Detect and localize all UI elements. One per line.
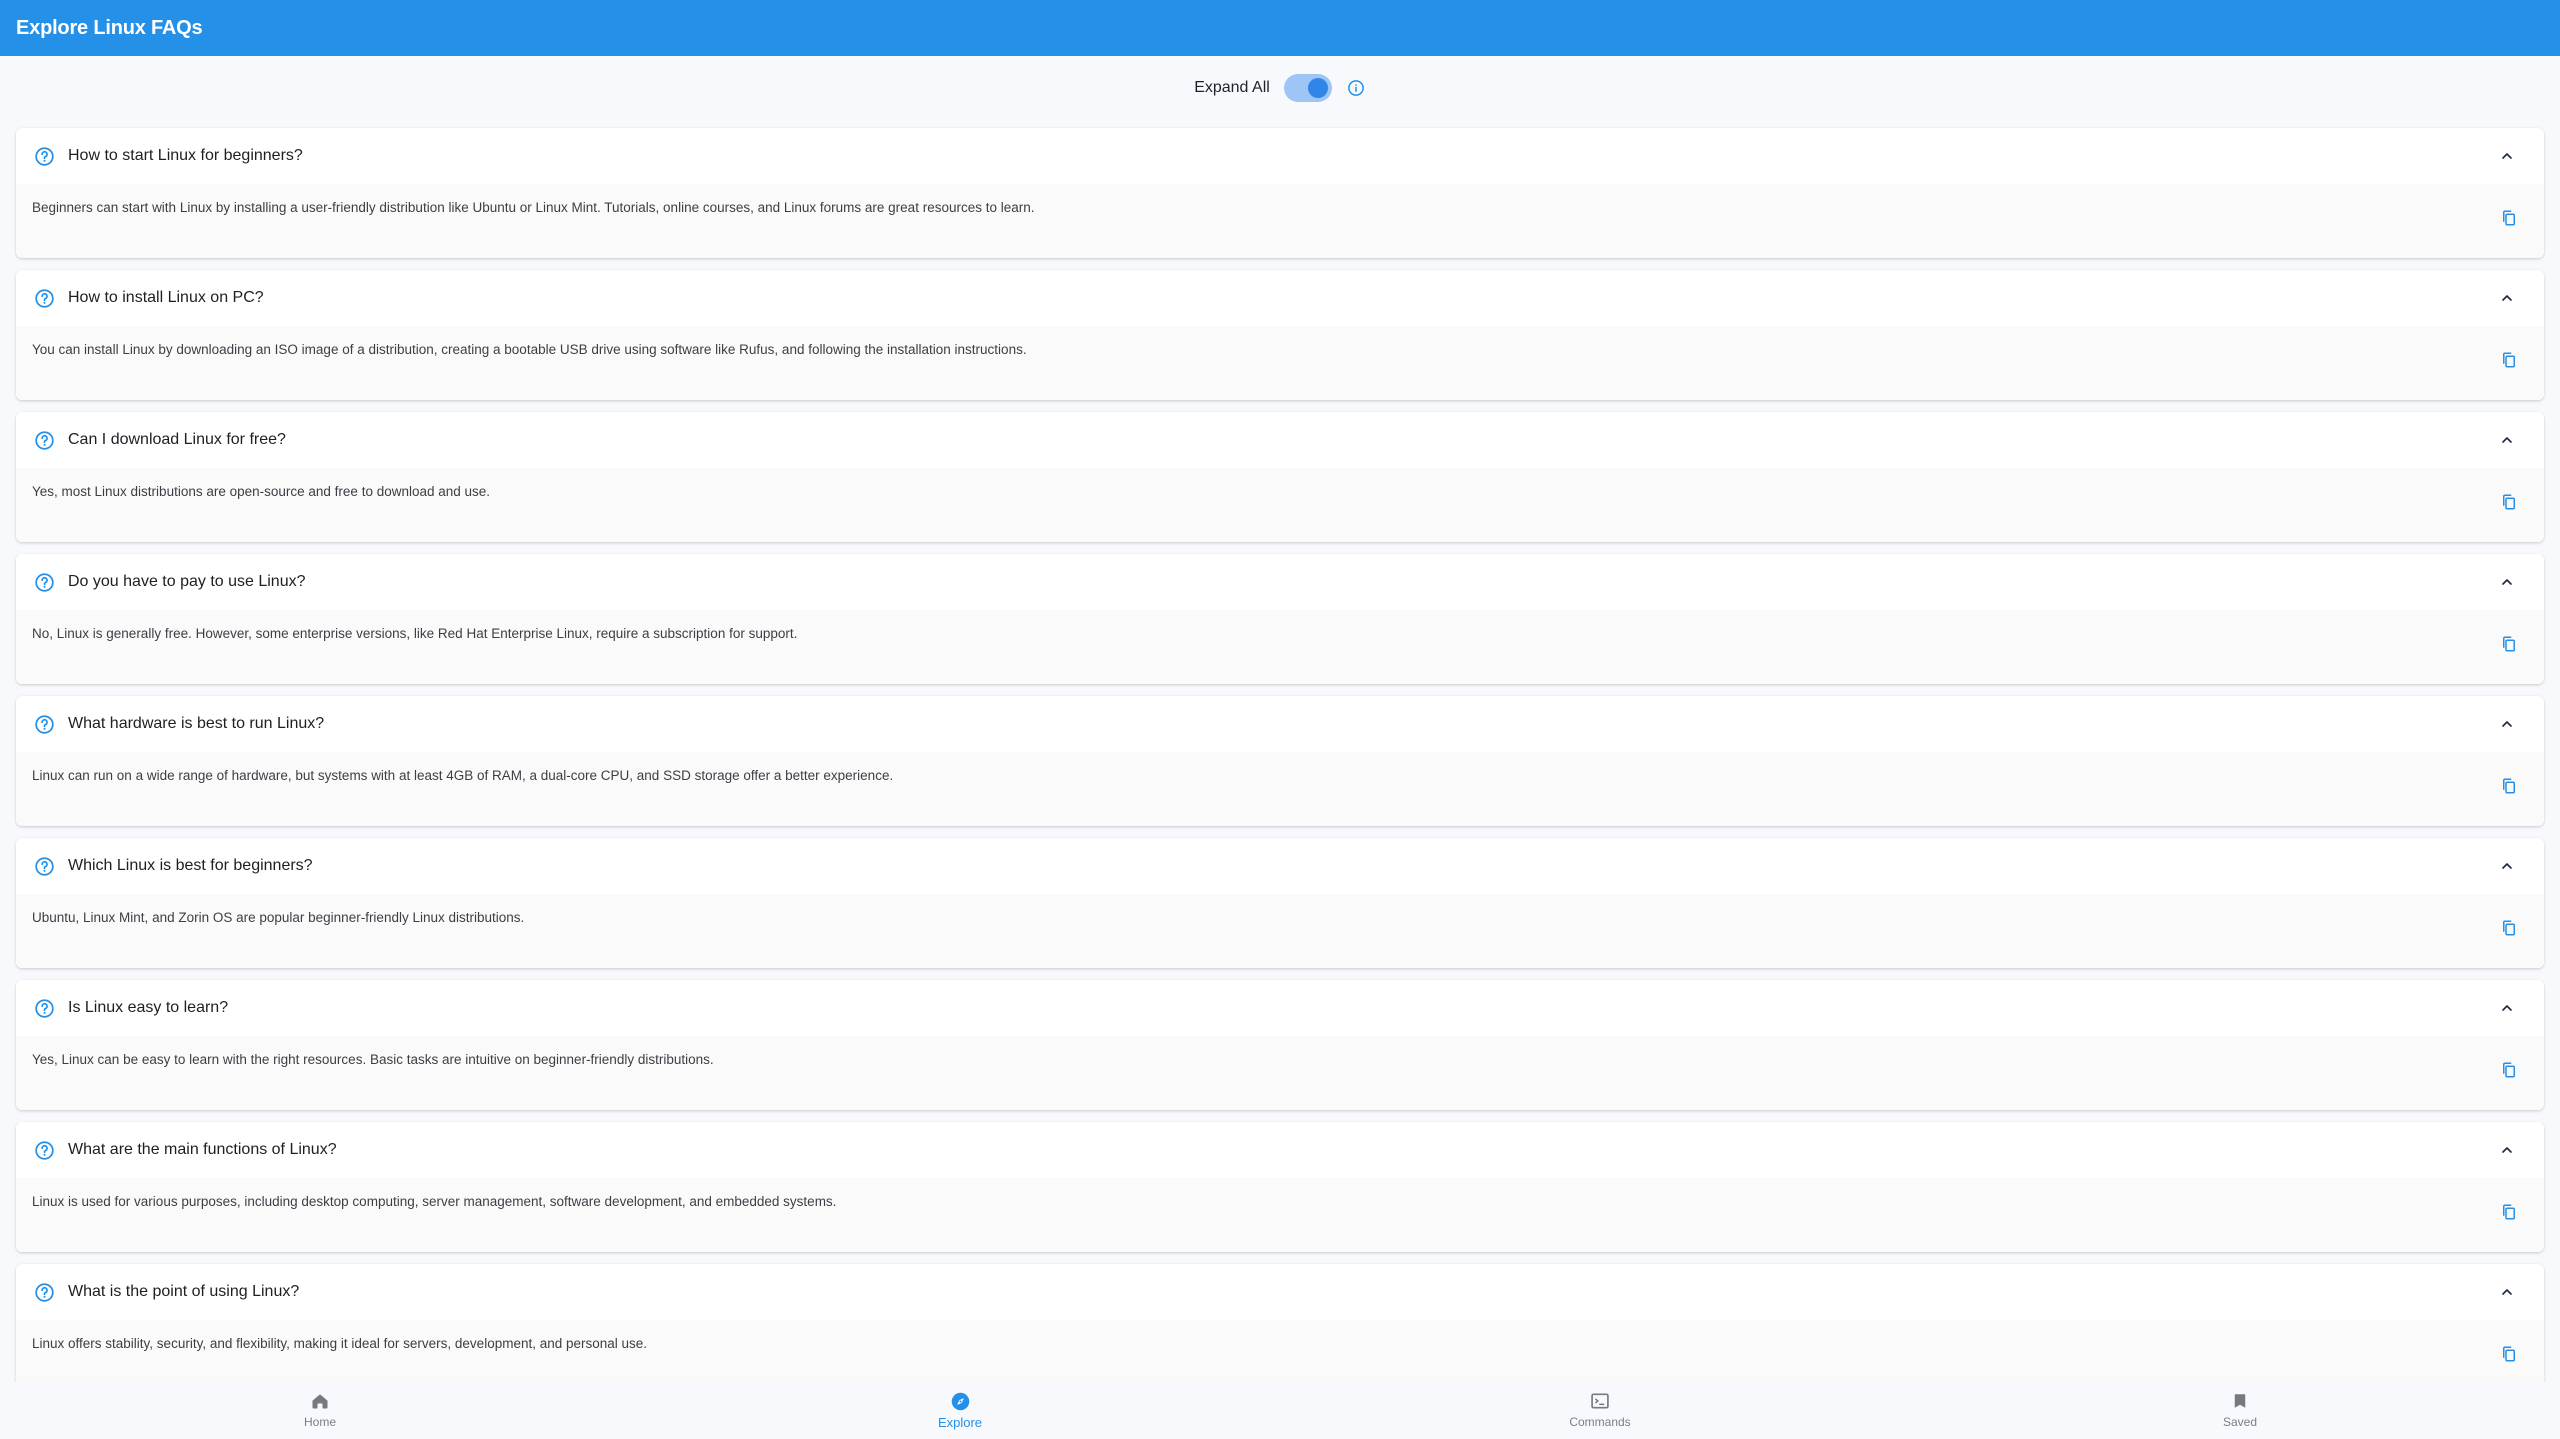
faq-answer: Yes, Linux can be easy to learn with the… (32, 1052, 714, 1067)
faq-answer: Linux can run on a wide range of hardwar… (32, 768, 894, 783)
copy-icon[interactable] (2498, 916, 2520, 940)
faq-question: How to start Linux for beginners? (68, 147, 303, 164)
faq-answer: Yes, most Linux distributions are open-s… (32, 484, 491, 499)
nav-item-explore[interactable]: Explore (640, 1382, 1280, 1439)
copy-icon[interactable] (2498, 348, 2520, 372)
nav-label: Explore (937, 1415, 983, 1430)
faq-card: What are the main functions of Linux? Li… (16, 1122, 2544, 1252)
faq-header[interactable]: Which Linux is best for beginners? (16, 838, 2544, 894)
faq-card: Do you have to pay to use Linux? No, Lin… (16, 554, 2544, 684)
faq-answer: No, Linux is generally free. However, so… (32, 626, 798, 641)
faq-list: How to start Linux for beginners? Beginn… (16, 128, 2544, 1406)
faq-header[interactable]: Is Linux easy to learn? (16, 980, 2544, 1036)
help-circle-icon (33, 429, 55, 451)
help-circle-icon (33, 571, 55, 593)
faq-question: Can I download Linux for free? (68, 431, 286, 448)
nav-label: Saved (2222, 1415, 2258, 1429)
faq-question: What is the point of using Linux? (68, 1283, 300, 1300)
help-circle-icon (33, 145, 55, 167)
chevron-up-icon[interactable] (2496, 1281, 2518, 1303)
copy-icon[interactable] (2498, 490, 2520, 514)
help-circle-icon (33, 1139, 55, 1161)
help-circle-icon (33, 287, 55, 309)
help-circle-icon (33, 855, 55, 877)
copy-icon[interactable] (2498, 1058, 2520, 1082)
faq-answer-panel: Yes, most Linux distributions are open-s… (16, 468, 2544, 542)
faq-answer: You can install Linux by downloading an … (32, 342, 1027, 357)
faq-header[interactable]: What is the point of using Linux? (16, 1264, 2544, 1320)
faq-question: Is Linux easy to learn? (68, 999, 229, 1016)
nav-label: Commands (1569, 1415, 1631, 1429)
expand-all-label: Expand All (1194, 79, 1270, 96)
nav-label: Home (303, 1415, 336, 1429)
faq-header[interactable]: Can I download Linux for free? (16, 412, 2544, 468)
home-icon (308, 1390, 332, 1412)
faq-card: How to install Linux on PC? You can inst… (16, 270, 2544, 400)
faq-header[interactable]: Do you have to pay to use Linux? (16, 554, 2544, 610)
faq-question: Do you have to pay to use Linux? (68, 573, 306, 590)
page-title: Explore Linux FAQs (16, 16, 203, 39)
faq-header[interactable]: What hardware is best to run Linux? (16, 696, 2544, 752)
faq-question: Which Linux is best for beginners? (68, 857, 313, 874)
faq-answer-panel: No, Linux is generally free. However, so… (16, 610, 2544, 684)
chevron-up-icon[interactable] (2496, 855, 2518, 877)
faq-card: Which Linux is best for beginners? Ubunt… (16, 838, 2544, 968)
faq-answer-panel: You can install Linux by downloading an … (16, 326, 2544, 400)
help-circle-icon (33, 997, 55, 1019)
faq-card: What hardware is best to run Linux? Linu… (16, 696, 2544, 826)
nav-item-saved[interactable]: Saved (1920, 1382, 2560, 1439)
faq-question: How to install Linux on PC? (68, 289, 264, 306)
faq-header[interactable]: What are the main functions of Linux? (16, 1122, 2544, 1178)
faq-answer: Linux offers stability, security, and fl… (32, 1336, 648, 1351)
compass-icon (948, 1390, 972, 1412)
copy-icon[interactable] (2498, 1200, 2520, 1224)
chevron-up-icon[interactable] (2496, 287, 2518, 309)
bottom-navigation: Home Explore Commands Saved (0, 1382, 2560, 1439)
faq-answer-panel: Ubuntu, Linux Mint, and Zorin OS are pop… (16, 894, 2544, 968)
faq-answer-panel: Beginners can start with Linux by instal… (16, 184, 2544, 258)
faq-card: Is Linux easy to learn? Yes, Linux can b… (16, 980, 2544, 1110)
faq-answer-panel: Linux is used for various purposes, incl… (16, 1178, 2544, 1252)
expand-all-toggle[interactable] (1283, 74, 1332, 102)
chevron-up-icon[interactable] (2496, 571, 2518, 593)
nav-item-home[interactable]: Home (0, 1382, 640, 1439)
faq-question: What hardware is best to run Linux? (68, 715, 325, 732)
faq-answer-panel: Yes, Linux can be easy to learn with the… (16, 1036, 2544, 1110)
faq-question: What are the main functions of Linux? (68, 1141, 337, 1158)
faq-header[interactable]: How to install Linux on PC? (16, 270, 2544, 326)
faq-answer: Beginners can start with Linux by instal… (32, 200, 1035, 215)
chevron-up-icon[interactable] (2496, 1139, 2518, 1161)
toggle-thumb (1307, 78, 1328, 98)
copy-icon[interactable] (2498, 206, 2520, 230)
copy-icon[interactable] (2498, 632, 2520, 656)
help-circle-icon (33, 713, 55, 735)
expand-all-row: Expand All (0, 56, 2560, 120)
faq-answer: Ubuntu, Linux Mint, and Zorin OS are pop… (32, 910, 525, 925)
faq-header[interactable]: How to start Linux for beginners? (16, 128, 2544, 184)
faq-answer-panel: Linux can run on a wide range of hardwar… (16, 752, 2544, 826)
chevron-up-icon[interactable] (2496, 997, 2518, 1019)
copy-icon[interactable] (2498, 1342, 2520, 1366)
chevron-up-icon[interactable] (2496, 713, 2518, 735)
faq-card: What is the point of using Linux? Linux … (16, 1264, 2544, 1394)
terminal-icon (1588, 1390, 1612, 1412)
faq-card: How to start Linux for beginners? Beginn… (16, 128, 2544, 258)
chevron-up-icon[interactable] (2496, 429, 2518, 451)
copy-icon[interactable] (2498, 774, 2520, 798)
bookmark-icon (2228, 1390, 2252, 1412)
help-circle-icon (33, 1281, 55, 1303)
app-bar: Explore Linux FAQs (0, 0, 2560, 56)
faq-answer: Linux is used for various purposes, incl… (32, 1194, 837, 1209)
chevron-up-icon[interactable] (2496, 145, 2518, 167)
info-icon[interactable] (1346, 78, 1366, 98)
faq-card: Can I download Linux for free? Yes, most… (16, 412, 2544, 542)
nav-item-commands[interactable]: Commands (1280, 1382, 1920, 1439)
